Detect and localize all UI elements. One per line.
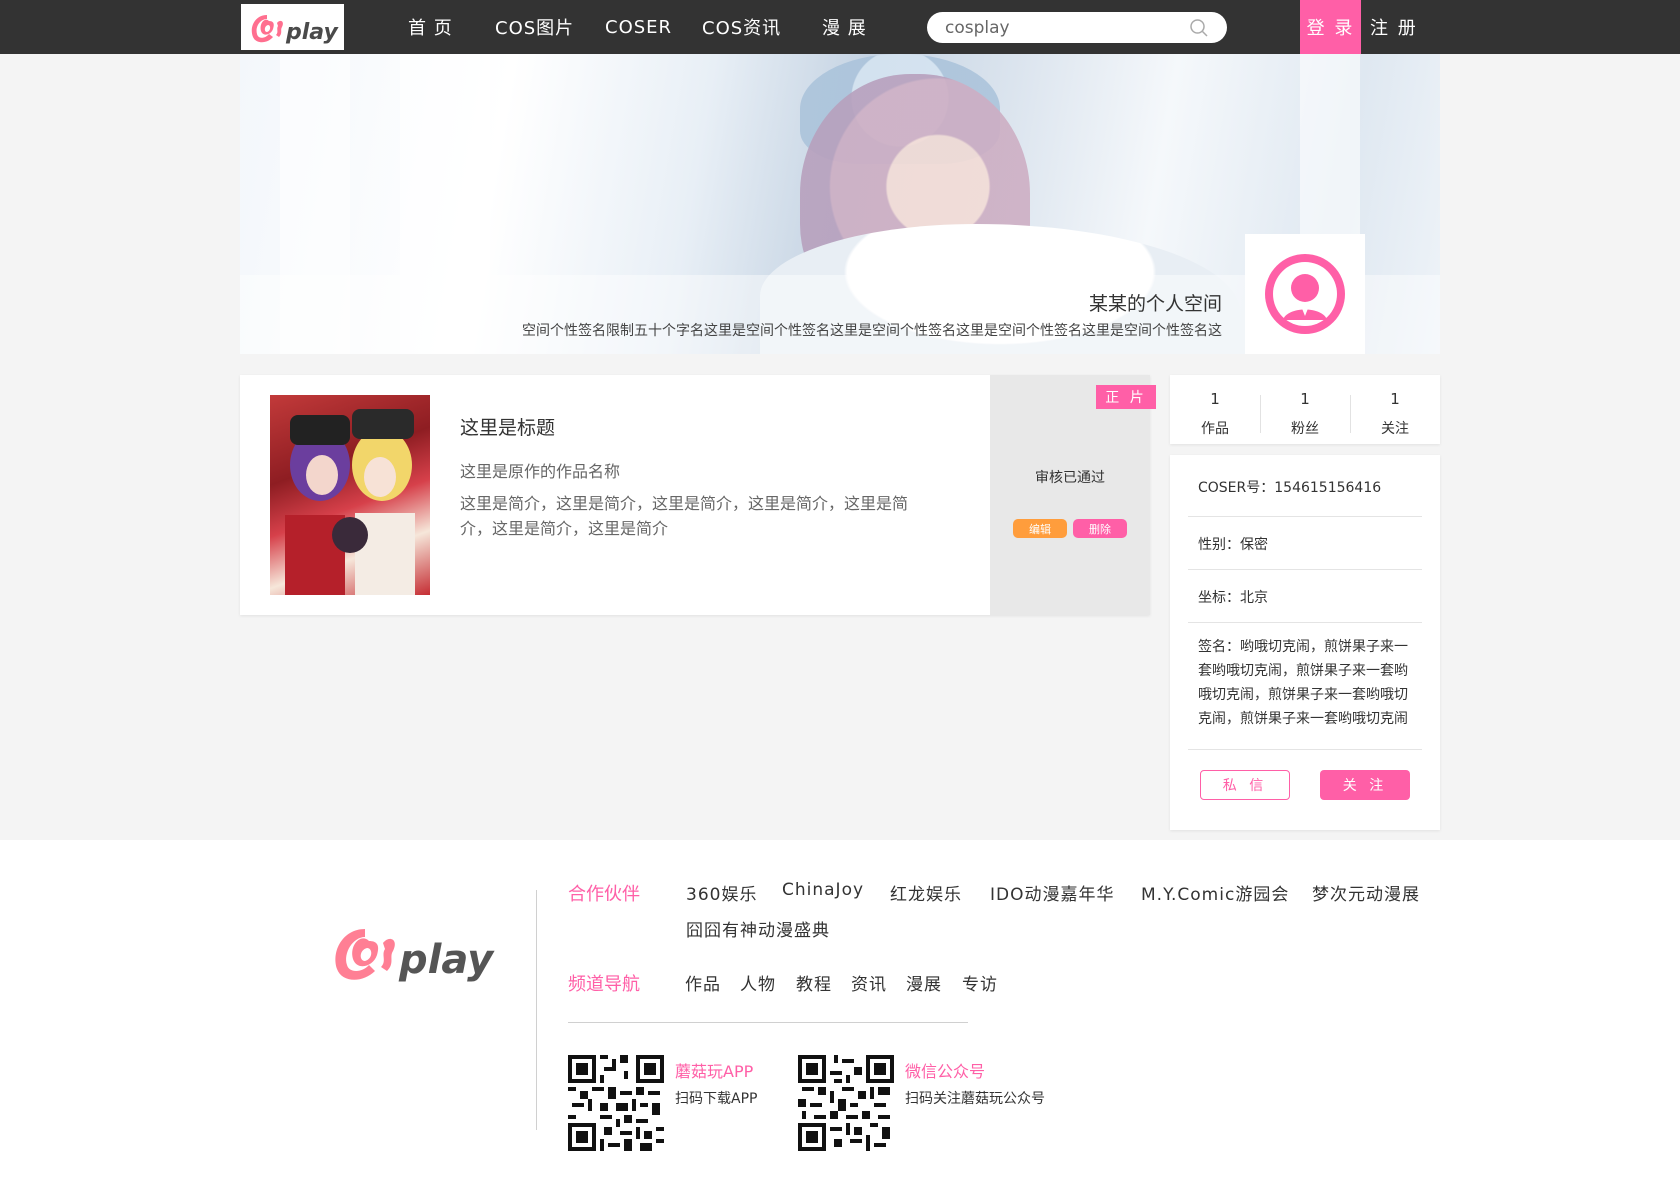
svg-text:play: play (398, 937, 495, 983)
partner-link[interactable]: ChinaJoy (782, 880, 864, 900)
space-signature: 空间个性签名限制五十个字名这里是空间个性签名这里是空间个性签名这里是空间个性签名… (522, 323, 1222, 339)
partner-link[interactable]: IDO动漫嘉年华 (990, 880, 1115, 905)
channel-link[interactable]: 作品 (685, 970, 721, 995)
work-title[interactable]: 这里是标题 (460, 413, 555, 440)
nav-cos-news[interactable]: COS资讯 (702, 0, 781, 54)
work-card: 这里是标题 这里是原作的作品名称 这里是简介，这里是简介，这里是简介，这里是简介… (240, 375, 1156, 615)
top-navbar: play 首 页 COS图片 COSER COS资讯 漫 展 登 录 注 册 (0, 0, 1680, 70)
svg-text:play: play (285, 20, 339, 45)
profile-info-panel: COSER号：154615156416 性别：保密 坐标：北京 签名：哟哦切克闹… (1170, 455, 1440, 830)
nav-home[interactable]: 首 页 (408, 0, 453, 54)
audit-status: 审核已通过 (1035, 470, 1105, 486)
partner-link[interactable]: 梦次元动漫展 (1312, 880, 1420, 905)
stat-value: 1 (1390, 390, 1400, 408)
follow-button[interactable]: 关 注 (1320, 770, 1410, 800)
nav-coser[interactable]: COSER (605, 0, 672, 54)
footer-separator (568, 1022, 968, 1023)
search-icon[interactable] (1189, 18, 1209, 38)
stat-following[interactable]: 1 关注 (1350, 381, 1440, 438)
partner-link[interactable]: 360娱乐 (686, 880, 757, 905)
partner-link[interactable]: M.Y.Comic游园会 (1141, 880, 1289, 905)
work-status-panel: 正 片 审核已通过 编辑 删除 (990, 375, 1156, 615)
channel-link[interactable]: 人物 (740, 970, 776, 995)
work-origin: 这里是原作的作品名称 (460, 462, 621, 481)
search-box (927, 12, 1227, 43)
app-download-desc: 扫码下载APP (675, 1091, 758, 1107)
work-intro: 这里是简介，这里是简介，这里是简介，这里是简介，这里是简介，这里是简介，这里是简… (460, 494, 909, 538)
stats-panel: 1 作品 1 粉丝 1 关注 (1170, 375, 1440, 444)
delete-button[interactable]: 删除 (1073, 519, 1127, 538)
stat-label: 作品 (1201, 421, 1229, 437)
channels-heading: 频道导航 (568, 974, 640, 995)
channel-link[interactable]: 教程 (796, 970, 832, 995)
channel-link[interactable]: 漫展 (906, 970, 942, 995)
register-link[interactable]: 注 册 (1370, 0, 1418, 54)
location: 坐标：北京 (1188, 570, 1422, 623)
app-qr-code-icon (568, 1055, 664, 1151)
thumbnail-photo-decor (285, 409, 415, 595)
stat-value: 1 (1300, 390, 1310, 408)
stat-fans[interactable]: 1 粉丝 (1260, 381, 1350, 438)
partner-link[interactable]: 红龙娱乐 (890, 880, 962, 905)
wechat-title[interactable]: 微信公众号 (905, 1058, 985, 1082)
app-download-title[interactable]: 蘑菇玩APP (675, 1058, 753, 1082)
stat-value: 1 (1210, 390, 1220, 408)
cosplay-logo-icon: play (251, 15, 339, 45)
cosplay-logo-icon: play (335, 929, 495, 983)
space-title: 某某的个人空间 (1088, 293, 1222, 315)
footer: play 合作伙伴 360娱乐 ChinaJoy 红龙娱乐 IDO动漫嘉年华 M… (0, 840, 1680, 1190)
nav-cos-pictures[interactable]: COS图片 (495, 0, 574, 54)
wechat-desc: 扫码关注蘑菇玩公众号 (905, 1091, 1045, 1107)
user-avatar-icon (1265, 254, 1345, 334)
signature: 签名：哟哦切克闹，煎饼果子来一套哟哦切克闹，煎饼果子来一套哟哦切克闹，煎饼果子来… (1188, 635, 1422, 750)
work-thumbnail[interactable] (270, 395, 430, 595)
channel-link[interactable]: 资讯 (851, 970, 887, 995)
stat-label: 粉丝 (1291, 421, 1319, 437)
gender: 性别：保密 (1188, 517, 1422, 570)
wechat-qr-code-icon (798, 1055, 894, 1151)
footer-logo[interactable]: play (325, 915, 495, 995)
private-message-button[interactable]: 私 信 (1200, 770, 1290, 800)
footer-divider (536, 890, 537, 1130)
channel-link[interactable]: 专访 (962, 970, 998, 995)
site-logo[interactable]: play (241, 4, 344, 50)
work-type-badge: 正 片 (1096, 385, 1156, 409)
stat-label: 关注 (1381, 421, 1409, 437)
coser-id: COSER号：154615156416 (1188, 455, 1422, 517)
search-input[interactable] (945, 17, 1185, 38)
partner-link[interactable]: 囧囧有神动漫盛典 (686, 916, 830, 941)
edit-button[interactable]: 编辑 (1013, 519, 1067, 538)
avatar[interactable] (1245, 234, 1365, 354)
nav-exhibitions[interactable]: 漫 展 (822, 0, 867, 54)
partners-heading: 合作伙伴 (568, 884, 640, 905)
stat-works[interactable]: 1 作品 (1170, 381, 1260, 438)
